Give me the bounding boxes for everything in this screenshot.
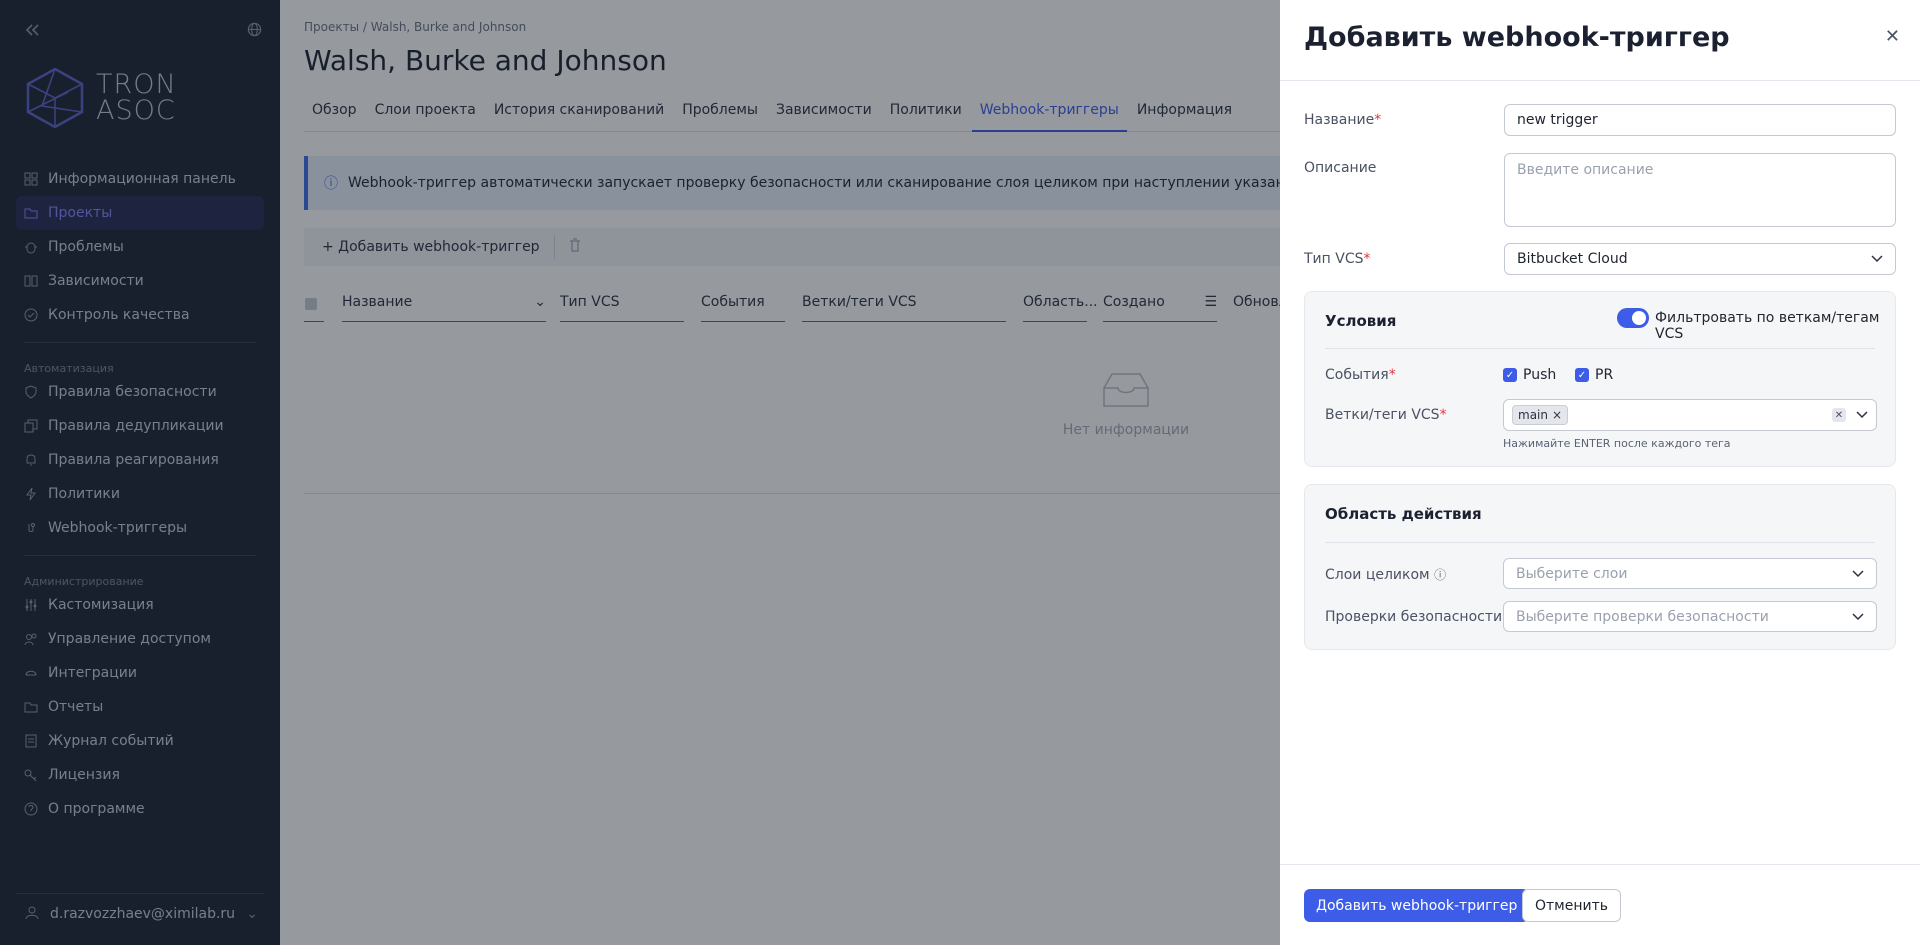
scope-card: Область действия Слои целиком ⓘ Выберите… — [1304, 484, 1896, 650]
conditions-title: Условия — [1325, 312, 1397, 330]
toggle-knob — [1632, 311, 1646, 325]
required-marker: * — [1439, 407, 1447, 423]
branch-filter-toggle[interactable] — [1617, 308, 1649, 328]
checkmark-icon: ✓ — [1503, 368, 1517, 382]
layers-placeholder: Выберите слои — [1516, 565, 1628, 582]
branch-filter-label: Фильтровать по веткам/тегам VCS — [1655, 310, 1880, 342]
info-icon[interactable]: ⓘ — [1434, 568, 1446, 582]
divider — [1280, 864, 1920, 865]
drawer-title: Добавить webhook-триггер — [1304, 22, 1730, 53]
conditions-card: Условия Фильтровать по веткам/тегам VCS … — [1304, 291, 1896, 467]
description-label: Описание — [1304, 160, 1377, 176]
branches-label: Ветки/теги VCS* — [1325, 407, 1447, 423]
close-icon[interactable]: ✕ — [1885, 26, 1900, 47]
branch-tag: main × — [1512, 405, 1569, 425]
checkbox-label: Push — [1523, 367, 1557, 383]
submit-button[interactable]: Добавить webhook-триггер — [1304, 889, 1530, 922]
label-text: События — [1325, 367, 1389, 383]
layers-select[interactable]: Выберите слои — [1503, 558, 1877, 589]
tag-label: main — [1518, 408, 1548, 422]
label-text: Ветки/теги VCS — [1325, 407, 1440, 423]
event-push-checkbox[interactable]: ✓ Push — [1503, 367, 1556, 383]
remove-tag-icon[interactable]: × — [1552, 408, 1562, 422]
name-input[interactable]: new trigger — [1504, 104, 1896, 136]
required-marker: * — [1388, 367, 1396, 383]
branches-hint: Нажимайте ENTER после каждого тега — [1503, 437, 1731, 450]
events-label: События* — [1325, 367, 1396, 383]
divider — [1325, 542, 1875, 543]
chevron-down-icon — [1852, 567, 1864, 581]
label-text: Название — [1304, 112, 1375, 128]
name-input-value: new trigger — [1517, 112, 1598, 128]
required-marker: * — [1363, 251, 1371, 267]
description-textarea[interactable]: Введите описание — [1504, 153, 1896, 227]
label-text: Слои целиком — [1325, 567, 1430, 583]
vcs-type-value: Bitbucket Cloud — [1517, 251, 1628, 267]
chevron-down-icon — [1852, 610, 1864, 624]
add-webhook-trigger-drawer: Добавить webhook-триггер ✕ Название* new… — [1280, 0, 1920, 945]
cancel-button[interactable]: Отменить — [1522, 889, 1622, 922]
input-actions: ✕ — [1832, 407, 1868, 423]
vcs-type-label: Тип VCS* — [1304, 251, 1371, 267]
description-placeholder: Введите описание — [1517, 162, 1654, 178]
security-checks-placeholder: Выберите проверки безопасности — [1516, 608, 1769, 625]
checkbox-label: PR — [1595, 367, 1614, 383]
divider — [1325, 348, 1875, 349]
checkmark-icon: ✓ — [1575, 368, 1589, 382]
layers-label: Слои целиком ⓘ — [1325, 566, 1446, 583]
event-pr-checkbox[interactable]: ✓ PR — [1575, 367, 1613, 383]
chevron-down-icon[interactable] — [1856, 407, 1868, 423]
chevron-down-icon — [1871, 252, 1883, 266]
scope-title: Область действия — [1325, 505, 1482, 523]
divider — [1280, 80, 1920, 81]
name-label: Название* — [1304, 112, 1381, 128]
vcs-type-select[interactable]: Bitbucket Cloud — [1504, 243, 1896, 275]
security-checks-select[interactable]: Выберите проверки безопасности — [1503, 601, 1877, 632]
clear-icon[interactable]: ✕ — [1832, 408, 1846, 422]
security-checks-label: Проверки безопасности — [1325, 609, 1503, 625]
branches-tag-input[interactable]: main × ✕ — [1503, 399, 1877, 431]
required-marker: * — [1374, 112, 1382, 128]
label-text: Тип VCS — [1304, 251, 1364, 267]
